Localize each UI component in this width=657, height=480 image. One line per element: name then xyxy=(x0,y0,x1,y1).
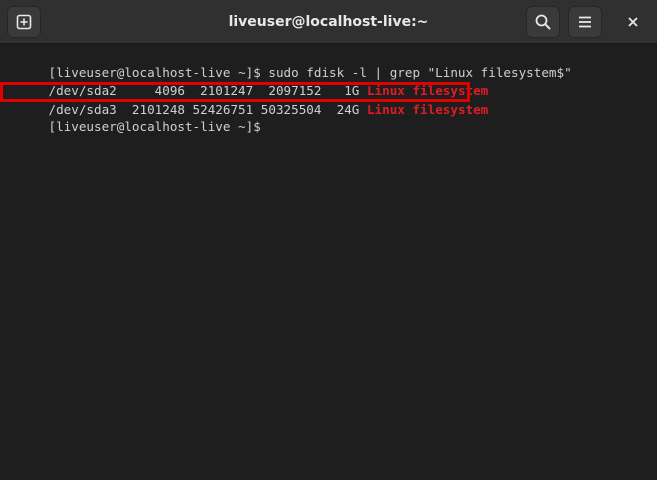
prompt-text: [liveuser@localhost-live ~]$ xyxy=(48,119,269,134)
new-tab-button[interactable] xyxy=(7,6,41,38)
scrollbar[interactable] xyxy=(650,45,657,480)
search-button[interactable] xyxy=(526,6,560,38)
highlight-annotation-box xyxy=(0,82,470,102)
menu-button[interactable] xyxy=(568,6,602,38)
prompt-line: [liveuser@localhost-live ~]$ xyxy=(3,101,268,134)
terminal-output[interactable]: [liveuser@localhost-live ~]$ sudo fdisk … xyxy=(0,45,650,480)
output-line-sda2: /dev/sda2 4096 2101247 2097152 1G Linux … xyxy=(3,65,489,98)
window-title: liveuser@localhost-live:~ xyxy=(228,14,429,30)
hamburger-menu-icon xyxy=(579,16,591,28)
close-icon xyxy=(628,17,638,27)
close-button[interactable] xyxy=(616,6,650,38)
new-tab-icon xyxy=(16,14,32,30)
terminal-window: liveuser@localhost-live:~ [liveuser@loca… xyxy=(0,0,657,480)
header-bar: liveuser@localhost-live:~ xyxy=(0,0,657,44)
command-line: [liveuser@localhost-live ~]$ sudo fdisk … xyxy=(3,47,572,80)
grep-match: Linux filesystem xyxy=(366,102,489,117)
search-icon xyxy=(535,14,551,30)
